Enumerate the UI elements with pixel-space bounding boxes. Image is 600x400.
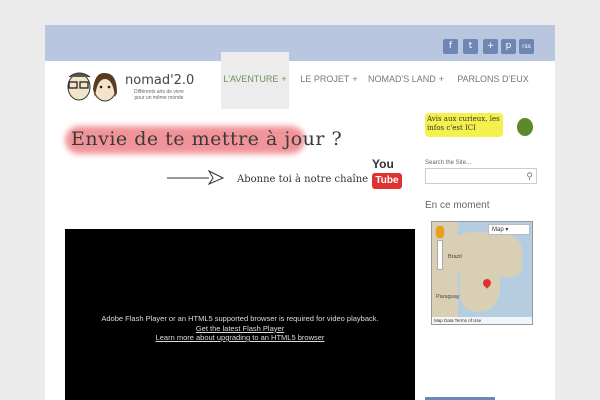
- flash-player-link[interactable]: Get the latest Flash Player: [65, 324, 415, 334]
- bird-icon: [517, 118, 533, 136]
- sidebar-note-text: Avis aux curieux, les infos c'est ICI: [427, 115, 500, 132]
- youtube-you-label: You: [372, 157, 394, 171]
- map-footer: Map Data Terms of Use: [432, 317, 532, 324]
- map-type-select[interactable]: Map ▾: [488, 224, 530, 235]
- video-player[interactable]: Adobe Flash Player or an HTML5 supported…: [65, 229, 415, 400]
- nav-label: L'AVENTURE: [223, 74, 279, 84]
- youtube-tube-label: Tube: [372, 173, 402, 189]
- banner-subtitle: Abonne toi à notre chaîne: [237, 174, 369, 185]
- zoom-control[interactable]: [437, 240, 443, 270]
- html5-browser-link[interactable]: Learn more about upgrading to an HTML5 b…: [65, 333, 415, 343]
- pegman-icon[interactable]: [436, 226, 444, 238]
- video-message-text: Adobe Flash Player or an HTML5 supported…: [101, 314, 379, 323]
- logo[interactable]: nomad'2.0 Différents arts de vivre pour …: [65, 67, 215, 107]
- search-input[interactable]: ⚲: [425, 168, 537, 184]
- map-land: [460, 267, 500, 312]
- youtube-icon[interactable]: You Tube: [370, 157, 406, 193]
- video-message: Adobe Flash Player or an HTML5 supported…: [65, 314, 415, 343]
- nav-label: LE PROJET: [300, 74, 350, 84]
- search-icon[interactable]: ⚲: [526, 171, 533, 182]
- nav-nomads-land[interactable]: NOMAD'S LAND +: [367, 52, 445, 109]
- map-type-label: Map: [492, 227, 504, 233]
- subscribe-banner[interactable]: Envie de te mettre à jour ? Abonne toi à…: [65, 122, 415, 200]
- page: f t + p rss nomad'2.0 Différents arts de…: [45, 25, 555, 400]
- map-land: [432, 222, 458, 324]
- logo-faces-icon: [67, 72, 117, 102]
- plus-icon: +: [281, 74, 287, 84]
- section-title: En ce moment: [425, 200, 490, 211]
- logo-tagline: Différents arts de vivre pour un même mo…: [134, 89, 184, 101]
- nav-label: PARLONS D'EUX: [457, 74, 529, 84]
- search-label: Search the Site...: [425, 160, 472, 166]
- plus-icon: +: [438, 74, 444, 84]
- sidebar-note[interactable]: Avis aux curieux, les infos c'est ICI: [425, 113, 535, 147]
- logo-title: nomad'2.0: [125, 73, 195, 88]
- banner-title: Envie de te mettre à jour ?: [71, 128, 343, 150]
- nav-projet[interactable]: LE PROJET +: [297, 52, 361, 109]
- plus-icon: +: [352, 74, 358, 84]
- arrow-icon: [167, 169, 225, 186]
- map-label-brazil: Brazil: [448, 254, 462, 260]
- map-widget[interactable]: Map ▾ Brazil Paraguay Map Data Terms of …: [431, 221, 533, 325]
- map-label-paraguay: Paraguay: [436, 294, 460, 300]
- nav-label: NOMAD'S LAND: [368, 74, 436, 84]
- nav-aventure[interactable]: L'AVENTURE +: [221, 52, 289, 109]
- nav-parlons-deux[interactable]: PARLONS D'EUX: [455, 52, 531, 109]
